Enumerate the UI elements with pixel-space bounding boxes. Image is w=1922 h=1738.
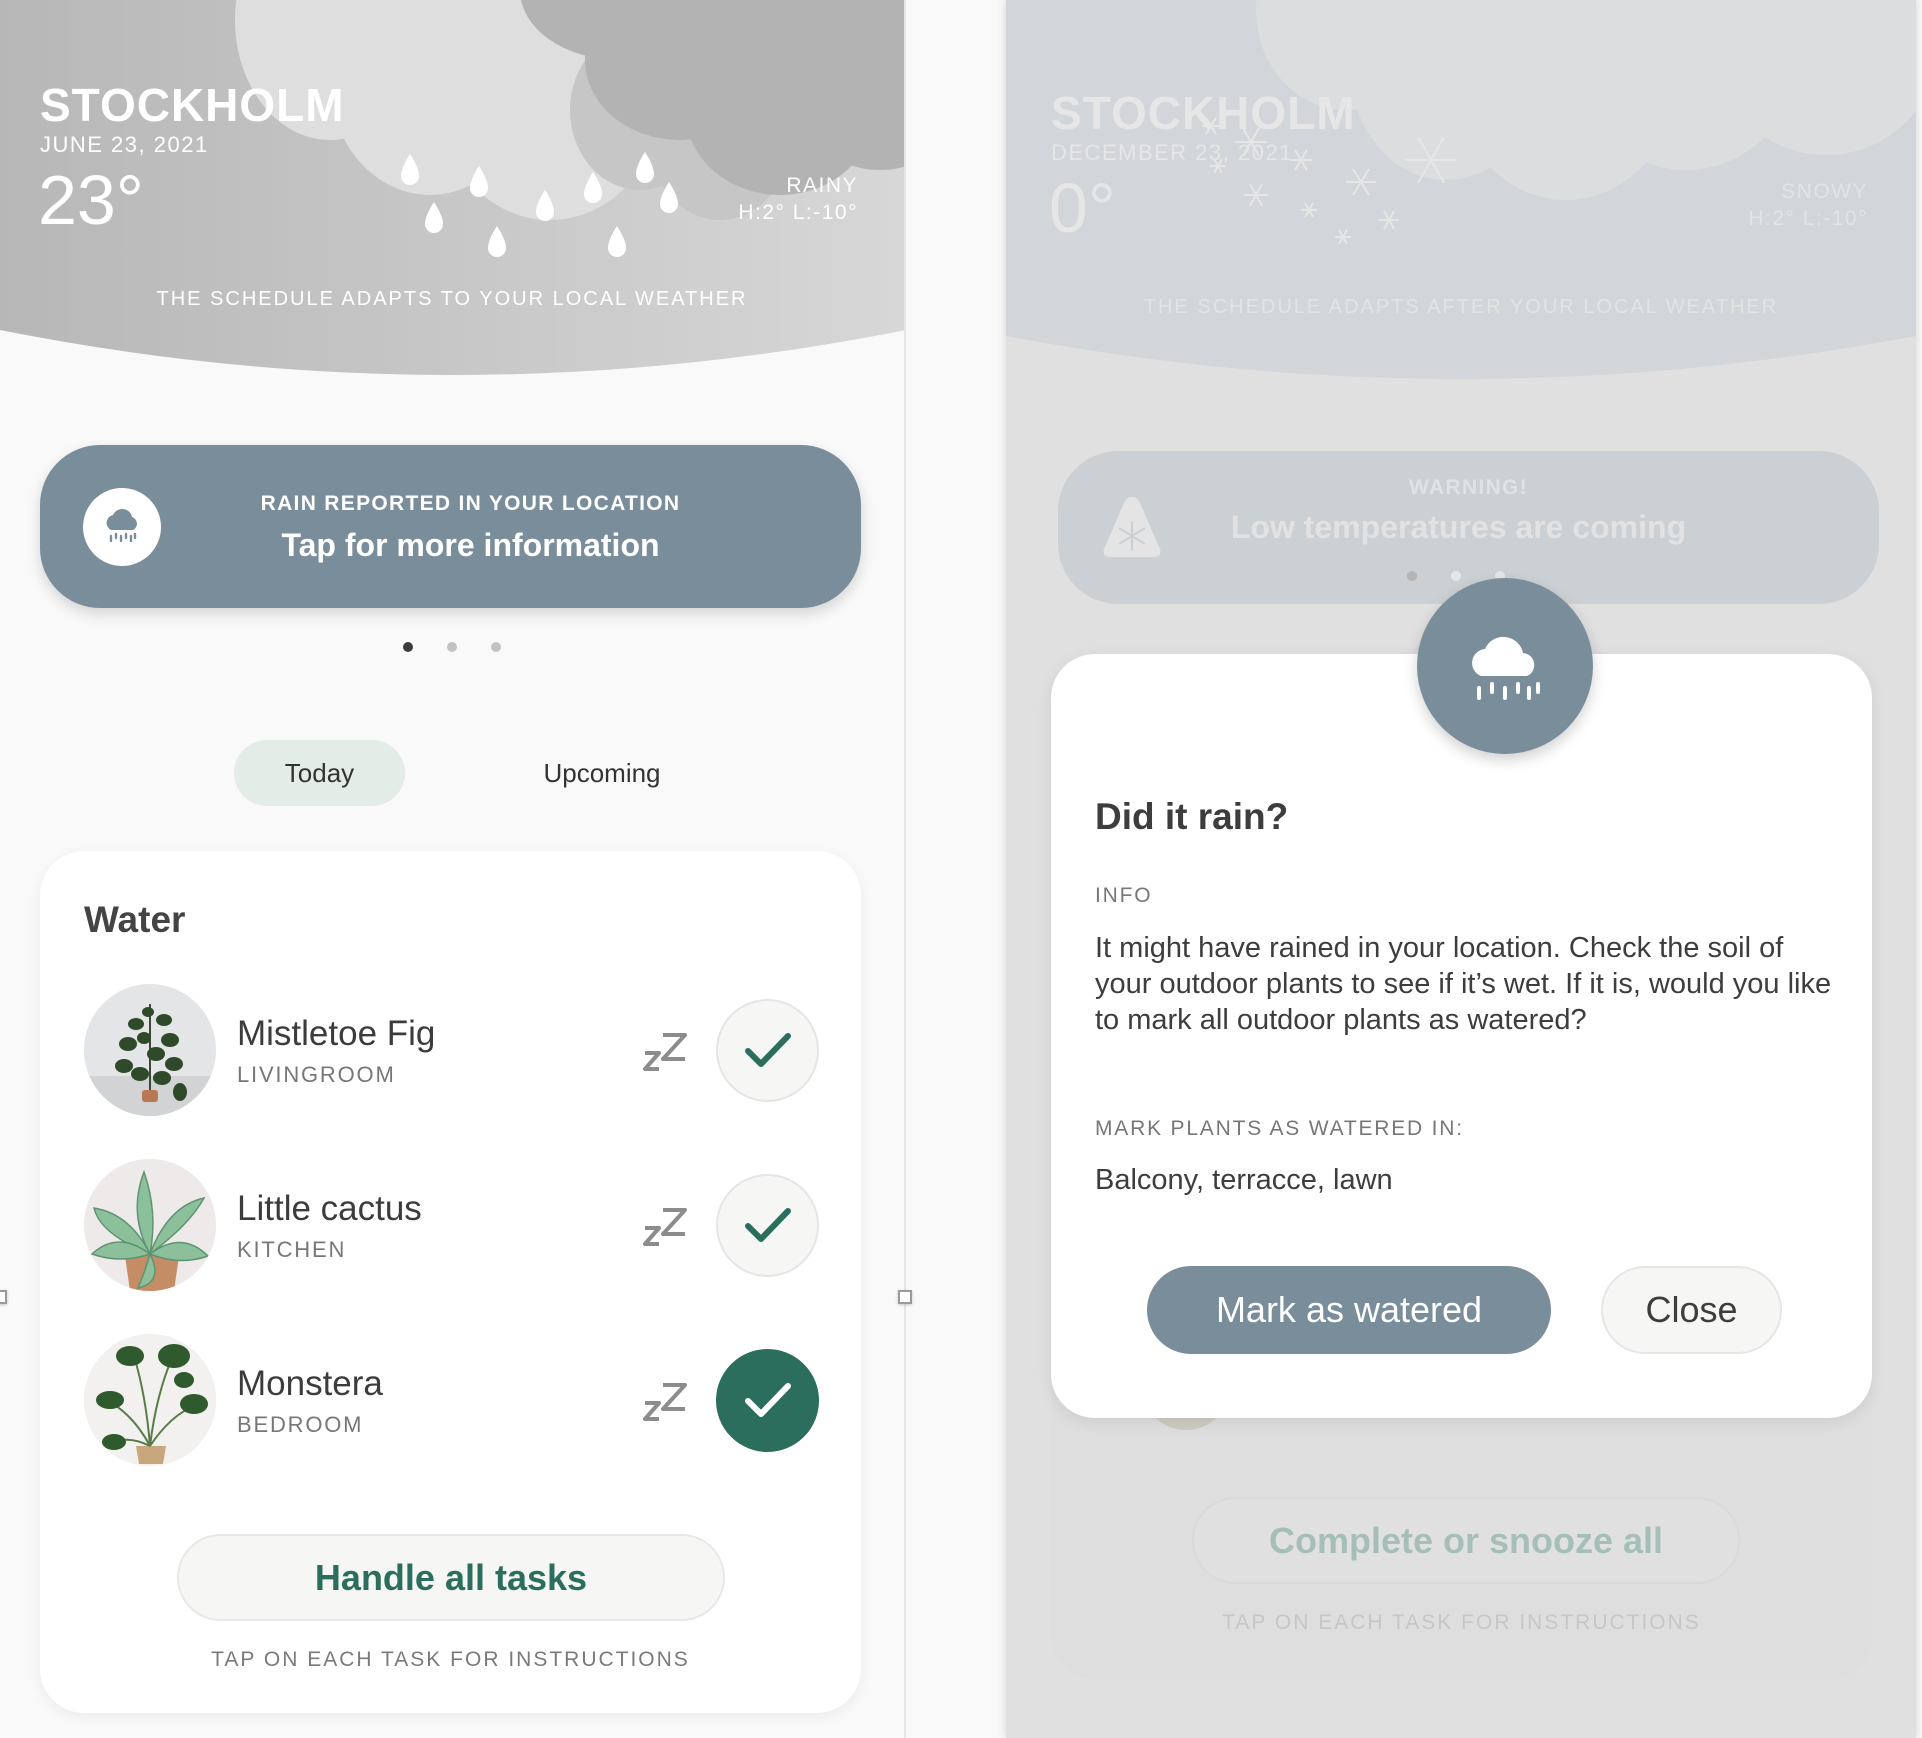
mark-as-watered-button[interactable]: Mark as watered: [1147, 1266, 1551, 1354]
check-icon: [744, 1382, 791, 1417]
check-icon: [744, 1207, 791, 1242]
handle-all-tasks-button[interactable]: Handle all tasks: [177, 1534, 725, 1621]
did-it-rain-dialog: Did it rain? INFO It might have rained i…: [1051, 578, 1872, 1418]
weather-header: STOCKHOLM JUNE 23, 2021 23° RAINY H:2° L…: [0, 0, 904, 380]
high-low: H:2° L:-10°: [738, 201, 858, 224]
plant-name: Mistletoe Fig: [237, 1014, 436, 1053]
banner-subtitle: WARNING!: [1409, 476, 1528, 499]
plant-room: LIVINGROOM: [237, 1062, 396, 1087]
banner-pagination: [1006, 571, 1916, 581]
rain-cloud-icon: [1417, 578, 1593, 754]
temperature: 23°: [38, 161, 144, 239]
tab-upcoming[interactable]: Upcoming: [520, 740, 684, 806]
plant-room: KITCHEN: [237, 1237, 347, 1262]
complete-task-button[interactable]: [716, 999, 819, 1102]
plant-name: Monstera: [237, 1364, 383, 1403]
high-low: H:2° L:-10°: [1748, 207, 1868, 230]
task-hint: TAP ON EACH TASK FOR INSTRUCTIONS: [1222, 1611, 1701, 1634]
page-dot-3[interactable]: [491, 642, 501, 652]
task-row[interactable]: Monstera BEDROOM: [84, 1334, 819, 1468]
check-icon: [744, 1032, 791, 1067]
info-label: INFO: [1095, 884, 1153, 907]
current-date: DECEMBER 23, 2021: [1051, 140, 1293, 165]
plant-name: Little cactus: [237, 1189, 422, 1228]
task-hint: TAP ON EACH TASK FOR INSTRUCTIONS: [211, 1648, 690, 1671]
warning-banner: WARNING! Low temperatures are coming: [1058, 451, 1879, 604]
weather-condition: RAINY H:2° L:-10°: [738, 172, 858, 226]
dialog-title: Did it rain?: [1095, 796, 1289, 837]
plant-photo: [84, 1334, 216, 1466]
page-dot-2: [1451, 571, 1461, 581]
schedule-tagline: THE SCHEDULE ADAPTS TO YOUR LOCAL WEATHE…: [156, 288, 748, 310]
resize-handle-left[interactable]: [0, 1290, 7, 1304]
task-row[interactable]: Mistletoe Fig LIVINGROOM: [84, 984, 819, 1118]
city-name: STOCKHOLM: [40, 79, 345, 131]
banner-title: Low temperatures are coming: [1230, 509, 1687, 545]
city-name: STOCKHOLM: [1051, 87, 1356, 139]
current-date: JUNE 23, 2021: [40, 132, 209, 157]
page-dot-1: [1407, 571, 1417, 581]
complete-task-button[interactable]: [716, 1174, 819, 1277]
complete-or-snooze-all-button: Complete or snooze all: [1192, 1497, 1740, 1584]
page-dot-2[interactable]: [447, 642, 457, 652]
task-group-title: Water: [84, 899, 186, 940]
snooze-icon[interactable]: [641, 1204, 689, 1248]
task-row[interactable]: Little cactus KITCHEN: [84, 1159, 819, 1293]
banner-pagination: [0, 642, 904, 652]
close-button[interactable]: Close: [1601, 1266, 1782, 1354]
right-screen: STOCKHOLM DECEMBER 23, 2021 0° SNOWY H:2…: [1006, 0, 1916, 1738]
locations-value: Balcony, terracce, lawn: [1095, 1164, 1393, 1196]
plant-photo: [84, 1159, 216, 1291]
condition-label: SNOWY: [1781, 180, 1868, 203]
weather-condition: SNOWY H:2° L:-10°: [1748, 178, 1868, 232]
snooze-icon[interactable]: [641, 1029, 689, 1073]
plant-room: BEDROOM: [237, 1412, 364, 1437]
condition-label: RAINY: [786, 174, 858, 197]
water-task-card: Water Mistletoe Fig LIVINGROOM Little ca…: [40, 851, 861, 1713]
banner-subtitle: RAIN REPORTED IN YOUR LOCATION: [260, 492, 681, 515]
plant-photo: [84, 984, 216, 1116]
temperature: 0°: [1049, 169, 1116, 247]
schedule-tabs: Today Upcoming: [0, 740, 904, 806]
page-dot-1[interactable]: [403, 642, 413, 652]
tab-today[interactable]: Today: [234, 740, 405, 806]
banner-title: Tap for more information: [281, 527, 660, 563]
info-text: It might have rained in your location. C…: [1095, 932, 1832, 1036]
locations-label: MARK PLANTS AS WATERED IN:: [1095, 1117, 1464, 1140]
snooze-icon[interactable]: [641, 1379, 689, 1423]
weather-header: STOCKHOLM DECEMBER 23, 2021 0° SNOWY H:2…: [1006, 0, 1916, 380]
left-screen: STOCKHOLM JUNE 23, 2021 23° RAINY H:2° L…: [0, 0, 906, 1738]
complete-task-button[interactable]: [716, 1349, 819, 1452]
schedule-tagline: THE SCHEDULE ADAPTS AFTER YOUR LOCAL WEA…: [1143, 296, 1779, 318]
rain-alert-banner[interactable]: RAIN REPORTED IN YOUR LOCATION Tap for m…: [40, 445, 861, 608]
resize-handle-right[interactable]: [898, 1290, 912, 1304]
